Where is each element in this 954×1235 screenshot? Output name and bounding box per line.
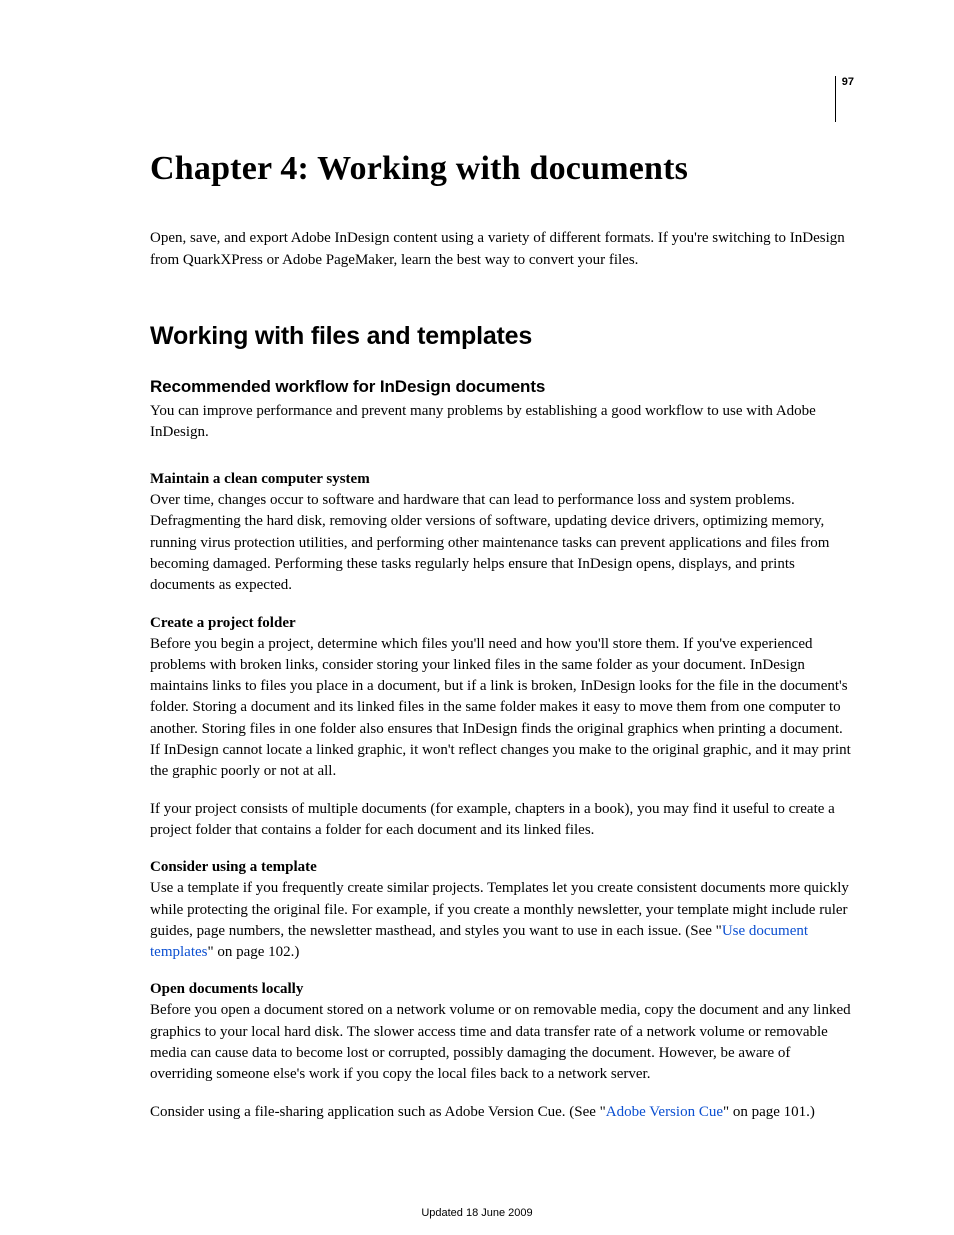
- chapter-intro: Open, save, and export Adobe InDesign co…: [150, 228, 854, 272]
- page-number: 97: [835, 76, 854, 122]
- topic-paragraph: Before you open a document stored on a n…: [150, 1000, 854, 1085]
- topic-block: Create a project folder Before you begin…: [150, 615, 854, 842]
- topic-block: Open documents locally Before you open a…: [150, 981, 854, 1122]
- text-run: " on page 102.): [207, 944, 299, 960]
- adobe-version-cue-link[interactable]: Adobe Version Cue: [606, 1104, 723, 1120]
- page-content: Chapter 4: Working with documents Open, …: [0, 0, 954, 1201]
- topic-block: Consider using a template Use a template…: [150, 859, 854, 963]
- topic-paragraph: Consider using a file-sharing applicatio…: [150, 1102, 854, 1123]
- text-run: Consider using a file-sharing applicatio…: [150, 1104, 606, 1120]
- topic-block: Maintain a clean computer system Over ti…: [150, 471, 854, 596]
- subsection-title: Recommended workflow for InDesign docume…: [150, 377, 854, 397]
- topic-title: Consider using a template: [150, 859, 854, 876]
- topic-paragraph: Before you begin a project, determine wh…: [150, 634, 854, 783]
- topic-paragraph: Over time, changes occur to software and…: [150, 490, 854, 596]
- text-run: " on page 101.): [723, 1104, 815, 1120]
- topic-paragraph: Use a template if you frequently create …: [150, 878, 854, 963]
- section-title: Working with files and templates: [150, 322, 854, 351]
- topic-paragraph: If your project consists of multiple doc…: [150, 799, 854, 842]
- topic-title: Maintain a clean computer system: [150, 471, 854, 488]
- topic-title: Open documents locally: [150, 981, 854, 998]
- topic-title: Create a project folder: [150, 615, 854, 632]
- page-number-text: 97: [842, 76, 854, 88]
- page-footer: Updated 18 June 2009: [0, 1207, 954, 1219]
- subsection-intro: You can improve performance and prevent …: [150, 401, 854, 444]
- chapter-title: Chapter 4: Working with documents: [150, 150, 854, 188]
